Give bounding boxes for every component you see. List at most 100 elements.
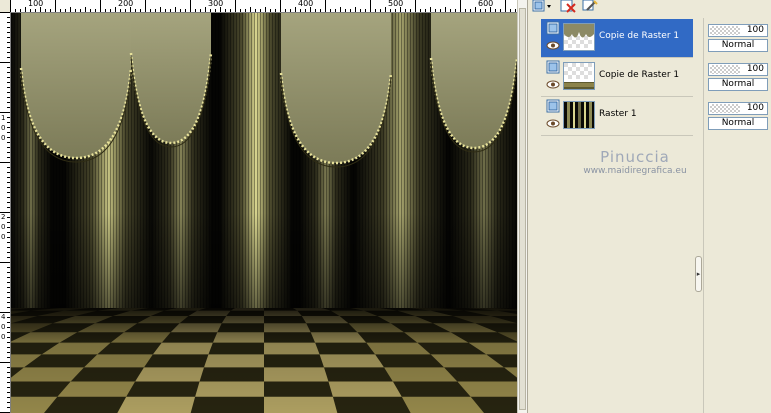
ruler-tick	[7, 47, 10, 48]
curtain-stage-image[interactable]	[11, 13, 517, 413]
ruler-tick	[150, 9, 151, 12]
ruler-tick	[295, 7, 296, 12]
ruler-tick	[7, 227, 10, 228]
ruler-tick	[260, 9, 261, 12]
ruler-tick	[365, 9, 366, 12]
ruler-tick	[265, 7, 266, 12]
visibility-eye-icon[interactable]	[546, 80, 560, 89]
ruler-tick	[7, 407, 10, 408]
ruler-tick	[7, 282, 10, 283]
opacity-checker-icon	[710, 65, 740, 74]
ruler-tick	[10, 0, 11, 12]
blend-mode-select[interactable]: Normal	[708, 117, 768, 130]
layers-palette: Copie de Raster 1 Copie de Raster 1 Rast…	[532, 0, 702, 413]
ruler-tick	[160, 7, 161, 12]
ruler-tick	[200, 9, 201, 12]
ruler-tick	[7, 132, 10, 133]
ruler-tick	[7, 297, 10, 298]
ruler-tick	[415, 0, 416, 12]
opacity-slider[interactable]: 100	[708, 63, 768, 76]
ruler-tick	[7, 67, 10, 68]
layer-row[interactable]: Raster 1	[541, 97, 693, 136]
ruler-tick	[7, 307, 10, 308]
ruler-tick	[215, 9, 216, 12]
ruler-tick	[140, 9, 141, 12]
layer-name[interactable]: Copie de Raster 1	[599, 70, 679, 80]
ruler-tick	[95, 9, 96, 12]
ruler-tick	[7, 92, 10, 93]
ruler-tick	[80, 9, 81, 12]
ruler-tick	[190, 0, 191, 12]
ruler-tick	[285, 9, 286, 12]
ruler-tick	[7, 402, 10, 403]
ruler-tick	[7, 17, 10, 18]
ruler-tick	[240, 9, 241, 12]
ruler-tick	[7, 107, 10, 108]
new-layer-icon[interactable]	[531, 0, 551, 13]
ruler-tick	[350, 9, 351, 12]
ruler-tick	[495, 9, 496, 12]
ruler-tick	[335, 9, 336, 12]
ruler-tick	[270, 9, 271, 12]
ruler-tick	[300, 9, 301, 12]
opacity-value: 100	[746, 103, 764, 113]
ruler-tick	[210, 9, 211, 12]
ruler-tick	[7, 257, 10, 258]
ruler-tick	[7, 182, 10, 183]
ruler-tick	[225, 9, 226, 12]
ruler-tick	[0, 12, 10, 13]
layer-type-icon	[546, 99, 560, 113]
ruler-tick	[155, 9, 156, 12]
opacity-slider[interactable]: 100	[708, 24, 768, 37]
ruler-tick	[7, 77, 10, 78]
ruler-tick	[135, 9, 136, 12]
ruler-tick	[7, 102, 10, 103]
layer-properties-row: 100 Normal	[706, 99, 771, 135]
ruler-tick	[7, 292, 10, 293]
layer-name[interactable]: Copie de Raster 1	[599, 31, 679, 41]
ruler-tick	[445, 7, 446, 12]
visibility-eye-icon[interactable]	[546, 119, 560, 128]
ruler-tick	[250, 7, 251, 12]
layer-properties-icon[interactable]	[581, 0, 601, 13]
ruler-tick	[275, 9, 276, 12]
ruler-tick	[360, 9, 361, 12]
layers-toolbar	[532, 0, 697, 14]
ruler-tick	[390, 9, 391, 12]
layer-row[interactable]: Copie de Raster 1	[541, 19, 693, 58]
ruler-tick	[170, 9, 171, 12]
ruler-tick	[355, 7, 356, 12]
ruler-tick	[510, 9, 511, 12]
ruler-tick	[465, 9, 466, 12]
layer-properties-column: 100 Normal 100 Normal 100 Normal	[703, 18, 771, 413]
ruler-tick	[30, 9, 31, 12]
delete-layer-icon[interactable]	[559, 0, 579, 13]
ruler-tick	[7, 342, 10, 343]
ruler-tick	[440, 9, 441, 12]
ruler-tick	[385, 7, 386, 12]
visibility-eye-icon[interactable]	[546, 41, 560, 50]
ruler-tick	[0, 262, 10, 263]
ruler-tick	[7, 322, 10, 323]
layer-row[interactable]: Copie de Raster 1	[541, 58, 693, 97]
scrollbar-thumb[interactable]	[519, 8, 526, 410]
layer-name[interactable]: Raster 1	[599, 109, 637, 119]
layer-type-icon	[546, 60, 560, 74]
ruler-tick	[345, 9, 346, 12]
ruler-tick	[7, 32, 10, 33]
ruler-tick	[7, 392, 10, 393]
blend-mode-select[interactable]: Normal	[708, 78, 768, 91]
ruler-tick	[7, 222, 10, 223]
ruler-tick	[7, 42, 10, 43]
ruler-tick	[450, 9, 451, 12]
ruler-tick	[420, 9, 421, 12]
opacity-slider[interactable]: 100	[708, 102, 768, 115]
ruler-tick	[7, 157, 10, 158]
panel-expand-arrow-icon[interactable]: ▸	[695, 256, 702, 292]
ruler-tick	[280, 0, 281, 12]
ruler-tick	[7, 202, 10, 203]
opacity-value: 100	[746, 25, 764, 35]
blend-mode-select[interactable]: Normal	[708, 39, 768, 52]
layer-thumbnail	[563, 101, 595, 129]
ruler-tick	[255, 9, 256, 12]
